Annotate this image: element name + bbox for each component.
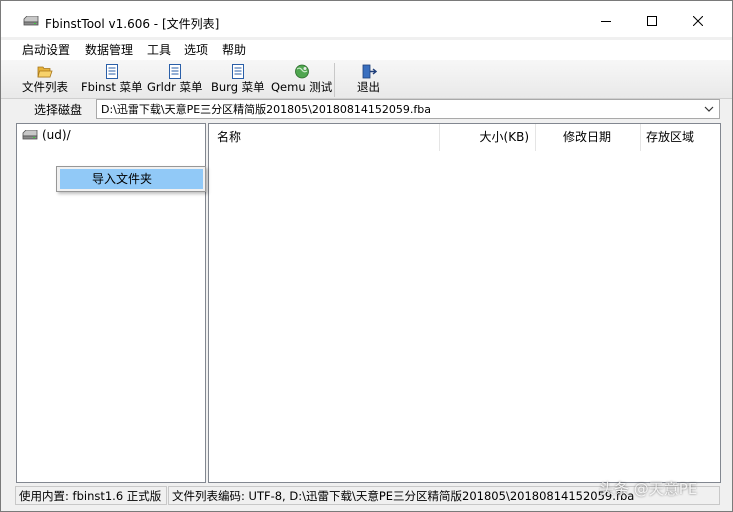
menu-help[interactable]: 帮助 [222,43,246,57]
watermark: 头条 @天意PE [599,480,698,498]
folder-open-icon [37,66,53,78]
drive-icon [23,16,39,26]
disk-select[interactable]: D:\迅雷下载\天意PE三分区精简版201805\20180814152059.… [96,99,720,119]
disk-path-value: D:\迅雷下载\天意PE三分区精简版201805\20180814152059.… [101,103,431,116]
column-header-size[interactable]: 大小(KB) [440,124,536,151]
globe-icon [294,64,309,79]
grldr-menu-label: Grldr 菜单 [147,80,203,94]
maximize-icon [647,16,657,26]
tree-node-root[interactable]: (ud)/ [22,127,71,143]
import-folder-menu-item[interactable]: 导入文件夹 [60,169,203,189]
column-header-label: 名称 [217,130,242,144]
menu-boot-settings[interactable]: 启动设置 [22,43,70,57]
toolbar: 文件列表 Fbinst 菜单 Grldr 菜单 Burg 菜单 Qemu 测试 … [1,60,732,99]
list-header: 名称 大小(KB) 修改日期 存放区域 [209,124,720,151]
status-core-text: 使用内置: fbinst1.6 正式版 [19,489,162,503]
exit-door-icon [362,64,377,79]
qemu-test-button[interactable]: Qemu 测试 [271,64,332,96]
fbinst-menu-button[interactable]: Fbinst 菜单 [81,64,143,96]
disk-label: 选择磁盘 [34,103,83,117]
file-list[interactable]: 名称 大小(KB) 修改日期 存放区域 [208,123,721,483]
column-header-label: 修改日期 [563,130,612,144]
document-icon [231,64,244,79]
fbinst-menu-label: Fbinst 菜单 [81,80,143,94]
tree-node-label: (ud)/ [42,128,71,142]
column-header-region[interactable]: 存放区域 [641,124,720,151]
status-core: 使用内置: fbinst1.6 正式版 [15,486,167,505]
column-header-label: 存放区域 [646,130,695,144]
column-header-name[interactable]: 名称 [209,124,440,151]
menu-options[interactable]: 选项 [184,43,208,57]
document-icon [168,64,181,79]
burg-menu-button[interactable]: Burg 菜单 [211,64,265,96]
disk-selector-row: 选择磁盘 D:\迅雷下载\天意PE三分区精简版201805\2018081415… [1,99,732,121]
qemu-test-label: Qemu 测试 [271,80,333,94]
grldr-menu-button[interactable]: Grldr 菜单 [147,64,203,96]
chevron-down-icon [704,106,714,112]
context-menu: 导入文件夹 [56,166,206,192]
menu-bar: 启动设置 数据管理 工具 选项 帮助 [1,40,732,60]
column-header-label: 大小(KB) [479,130,529,144]
status-encoding-text: 文件列表编码: UTF-8, D:\迅雷下载\天意PE三分区精简版201805\… [172,489,635,503]
file-list-button[interactable]: 文件列表 [22,64,68,96]
column-header-modified[interactable]: 修改日期 [536,124,641,151]
toolbar-separator [334,63,335,97]
app-window: FbinstTool v1.606 - [文件列表] 启动设置 数据管理 工具 … [0,0,733,512]
exit-button[interactable]: 退出 [357,64,380,96]
title-bar[interactable]: FbinstTool v1.606 - [文件列表] [1,1,732,37]
document-icon [105,64,118,79]
menu-tools[interactable]: 工具 [147,43,171,57]
burg-menu-label: Burg 菜单 [211,80,265,94]
file-list-label: 文件列表 [22,80,68,94]
menu-data-management[interactable]: 数据管理 [85,43,133,57]
window-title: FbinstTool v1.606 - [文件列表] [45,17,220,31]
close-button[interactable] [675,7,721,35]
close-icon [693,16,703,26]
minimize-button[interactable] [583,7,629,35]
minimize-icon [601,21,611,22]
maximize-button[interactable] [629,7,675,35]
import-folder-label: 导入文件夹 [92,172,153,186]
drive-icon [22,130,38,140]
exit-label: 退出 [357,80,380,94]
